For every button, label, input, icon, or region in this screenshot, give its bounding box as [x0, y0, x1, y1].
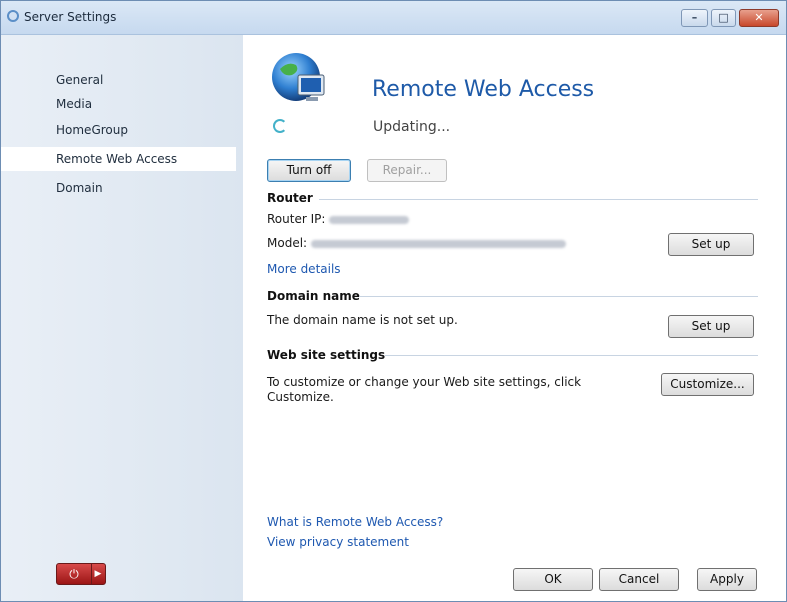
- sidebar-item-domain[interactable]: Domain: [1, 176, 236, 200]
- shutdown-button-group: ⏻ ▶: [56, 563, 106, 585]
- router-ip-value-redacted: [329, 215, 410, 224]
- power-menu-button[interactable]: ▶: [91, 564, 105, 584]
- website-settings-heading: Web site settings: [267, 348, 386, 362]
- router-heading: Router: [267, 191, 313, 205]
- router-ip-label: Router IP:: [267, 212, 326, 226]
- privacy-statement-link[interactable]: View privacy statement: [267, 535, 409, 549]
- what-is-remote-web-access-link[interactable]: What is Remote Web Access?: [267, 515, 443, 529]
- ok-button[interactable]: OK: [513, 568, 593, 591]
- minimize-icon: –: [691, 11, 698, 24]
- power-button[interactable]: ⏻: [57, 564, 92, 584]
- domain-setup-button[interactable]: Set up: [668, 315, 754, 338]
- sidebar-item-media[interactable]: Media: [1, 92, 236, 116]
- domain-name-heading: Domain name: [267, 289, 360, 303]
- maximize-icon: □: [718, 11, 729, 24]
- repair-button[interactable]: Repair...: [367, 159, 447, 182]
- router-model-value-redacted: [311, 239, 567, 248]
- main-content: Remote Web Access Updating... Turn off R…: [243, 35, 786, 601]
- loading-spinner: [273, 119, 287, 133]
- window-title: Server Settings: [24, 10, 117, 24]
- close-icon: ✕: [754, 11, 764, 24]
- router-ip-row: Router IP:: [267, 212, 410, 227]
- sidebar-item-remote-web-access[interactable]: Remote Web Access: [1, 147, 236, 171]
- minimize-button[interactable]: –: [681, 9, 708, 27]
- close-button[interactable]: ✕: [739, 9, 779, 27]
- sidebar-item-homegroup[interactable]: HomeGroup: [1, 118, 236, 142]
- server-settings-window: Server Settings – □ ✕ General Media Home…: [0, 0, 787, 602]
- triangle-right-icon: ▶: [94, 569, 102, 579]
- cancel-button[interactable]: Cancel: [599, 568, 679, 591]
- turn-off-button[interactable]: Turn off: [267, 159, 351, 182]
- website-description-line1: To customize or change your Web site set…: [267, 375, 582, 389]
- power-icon: ⏻: [69, 567, 79, 581]
- globe-monitor-icon: [272, 53, 325, 101]
- more-details-link[interactable]: More details: [267, 262, 341, 276]
- router-setup-button[interactable]: Set up: [668, 233, 754, 256]
- page-title: Remote Web Access: [372, 77, 595, 102]
- title-bar[interactable]: Server Settings – □ ✕: [1, 1, 786, 35]
- domain-status-text: The domain name is not set up.: [267, 313, 458, 327]
- sidebar: General Media HomeGroup Remote Web Acces…: [1, 35, 243, 601]
- website-divider: [385, 355, 758, 356]
- router-divider: [319, 199, 758, 200]
- router-model-label: Model:: [267, 236, 308, 250]
- sidebar-item-general[interactable]: General: [1, 68, 236, 92]
- status-text: Updating...: [373, 119, 451, 135]
- customize-button[interactable]: Customize...: [661, 373, 754, 396]
- website-description-line2: Customize.: [267, 390, 334, 404]
- apply-button[interactable]: Apply: [697, 568, 757, 591]
- maximize-button[interactable]: □: [711, 9, 736, 27]
- router-model-row: Model:: [267, 236, 567, 251]
- domain-divider: [359, 296, 758, 297]
- app-icon: [7, 10, 19, 22]
